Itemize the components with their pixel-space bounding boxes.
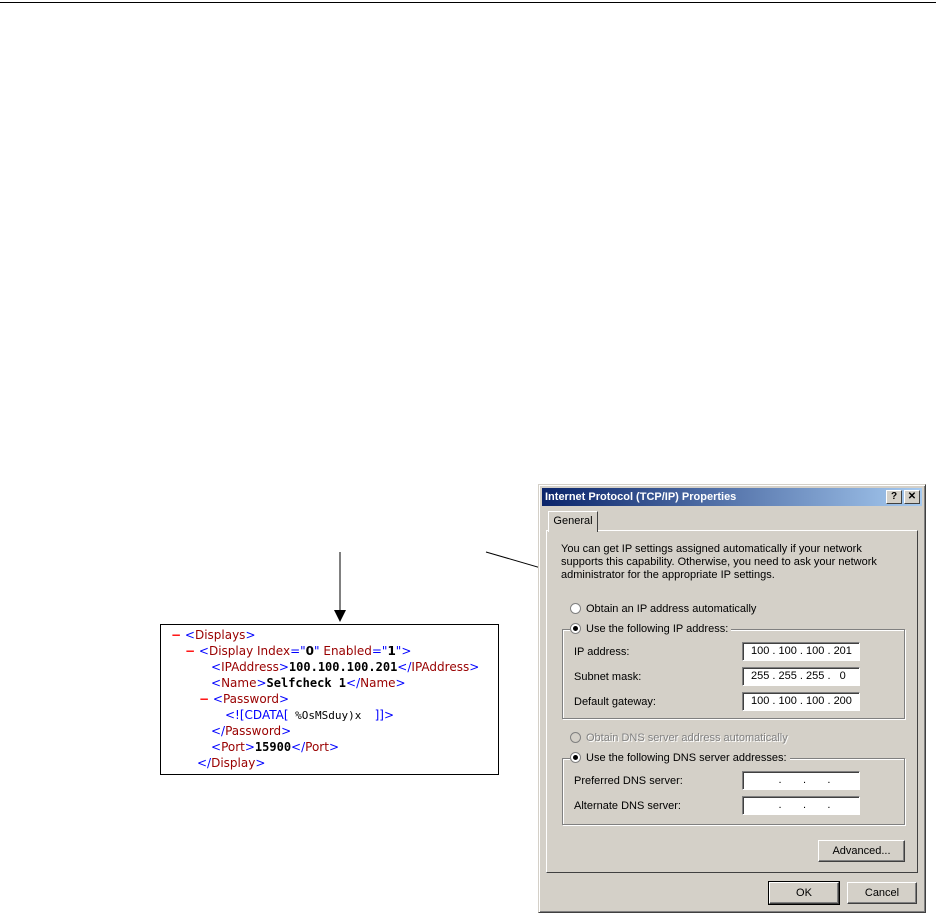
help-button[interactable]: ? <box>886 490 902 504</box>
radio-button[interactable] <box>570 602 581 614</box>
xml-name: <Name>Selfcheck 1</Name> <box>211 676 406 690</box>
cancel-button[interactable]: Cancel <box>847 882 917 904</box>
radio-label: Use the following IP address: <box>586 623 729 635</box>
dialog-title: Internet Protocol (TCP/IP) Properties <box>545 491 737 503</box>
alternate-dns-label: Alternate DNS server: <box>574 800 681 812</box>
dialog-titlebar[interactable]: Internet Protocol (TCP/IP) Properties ? … <box>542 488 922 506</box>
xml-snippet: − <Displays> − <Display Index="0" Enable… <box>160 624 499 775</box>
xml-display-close: </Display> <box>197 756 266 770</box>
default-gateway-label: Default gateway: <box>574 696 656 708</box>
xml-port: <Port>15900</Port> <box>211 740 340 754</box>
xml-ipaddress: <IPAddress>100.100.100.201</IPAddress> <box>211 660 480 674</box>
preferred-dns-label: Preferred DNS server: <box>574 775 683 787</box>
alternate-dns-field[interactable]: . . . <box>742 796 860 815</box>
xml-display-open: − <Display Index="0" Enabled="1"> <box>185 644 412 658</box>
xml-password-close: </Password> <box>211 724 292 738</box>
radio-button[interactable] <box>570 731 581 743</box>
preferred-dns-field[interactable]: . . . <box>742 771 860 790</box>
radio-obtain-ip-auto[interactable]: Obtain an IP address automatically <box>570 602 756 616</box>
advanced-button[interactable]: Advanced... <box>818 840 905 862</box>
tcpip-properties-dialog: Internet Protocol (TCP/IP) Properties ? … <box>538 484 926 913</box>
radio-label: Use the following DNS server addresses: <box>586 752 787 764</box>
description-text: You can get IP settings assigned automat… <box>561 543 877 581</box>
default-gateway-field[interactable]: 100 . 100 . 100 . 200 <box>742 692 860 711</box>
xml-displays-open: − <Displays> <box>171 628 256 642</box>
radio-label: Obtain DNS server address automatically <box>586 732 788 744</box>
radio-obtain-dns-auto[interactable]: Obtain DNS server address automatically <box>570 731 788 745</box>
tab-general[interactable]: General <box>548 511 598 532</box>
ip-address-label: IP address: <box>574 646 630 658</box>
radio-label: Obtain an IP address automatically <box>586 603 757 615</box>
radio-button[interactable] <box>570 751 581 763</box>
ip-address-field[interactable]: 100 . 100 . 100 . 201 <box>742 642 860 661</box>
subnet-mask-label: Subnet mask: <box>574 671 642 683</box>
xml-cdata: <![CDATA[ %OsMSduy)x ]]> <box>225 708 395 722</box>
ok-button[interactable]: OK <box>768 881 840 905</box>
radio-use-following-dns[interactable]: Use the following DNS server addresses: <box>570 751 790 765</box>
subnet-mask-field[interactable]: 255 . 255 . 255 . 0 <box>742 667 860 686</box>
close-button[interactable]: ✕ <box>904 490 920 504</box>
xml-password-open: − <Password> <box>199 692 290 706</box>
radio-button[interactable] <box>570 622 581 634</box>
radio-use-following-ip[interactable]: Use the following IP address: <box>570 622 732 636</box>
